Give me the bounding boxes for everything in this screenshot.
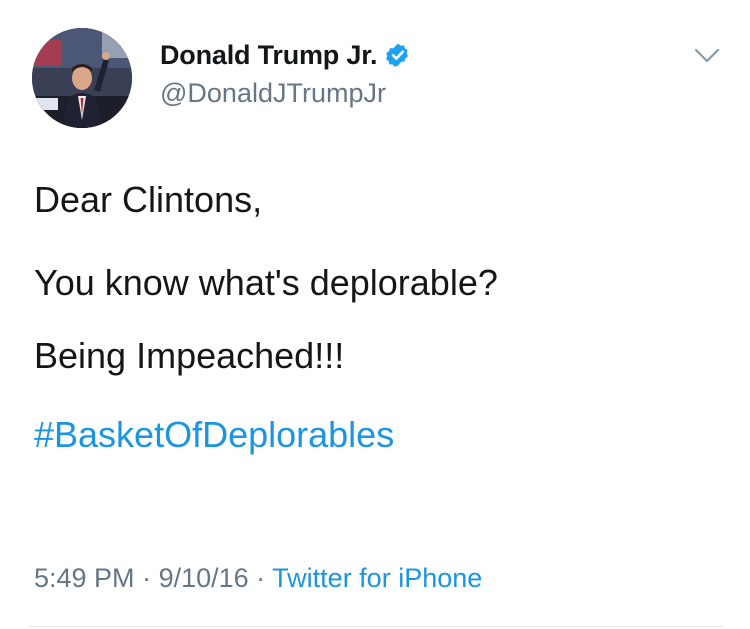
- display-name[interactable]: Donald Trump Jr.: [160, 40, 378, 71]
- verified-badge-icon: [385, 42, 411, 68]
- tweet-time[interactable]: 5:49 PM: [34, 563, 135, 593]
- profile-photo-icon: [32, 28, 132, 128]
- meta-separator: ·: [248, 563, 273, 593]
- tweet-date[interactable]: 9/10/16: [159, 563, 249, 593]
- user-handle[interactable]: @DonaldJTrumpJr: [160, 78, 386, 109]
- tweet-line: You know what's deplorable?: [34, 262, 498, 303]
- meta-separator: ·: [134, 563, 159, 593]
- divider: [30, 626, 722, 627]
- tweet-line: Being Impeached!!!: [34, 335, 345, 376]
- author-name-row[interactable]: Donald Trump Jr.: [160, 38, 411, 72]
- chevron-down-icon[interactable]: [694, 48, 720, 64]
- tweet-source-link[interactable]: Twitter for iPhone: [272, 563, 482, 593]
- tweet-card: Donald Trump Jr. @DonaldJTrumpJr Dear Cl…: [0, 0, 750, 629]
- hashtag-link[interactable]: #BasketOfDeplorables: [34, 417, 394, 453]
- avatar[interactable]: [32, 28, 132, 128]
- tweet-line: Dear Clintons,: [34, 179, 263, 220]
- tweet-meta: 5:49 PM · 9/10/16 · Twitter for iPhone: [34, 563, 482, 594]
